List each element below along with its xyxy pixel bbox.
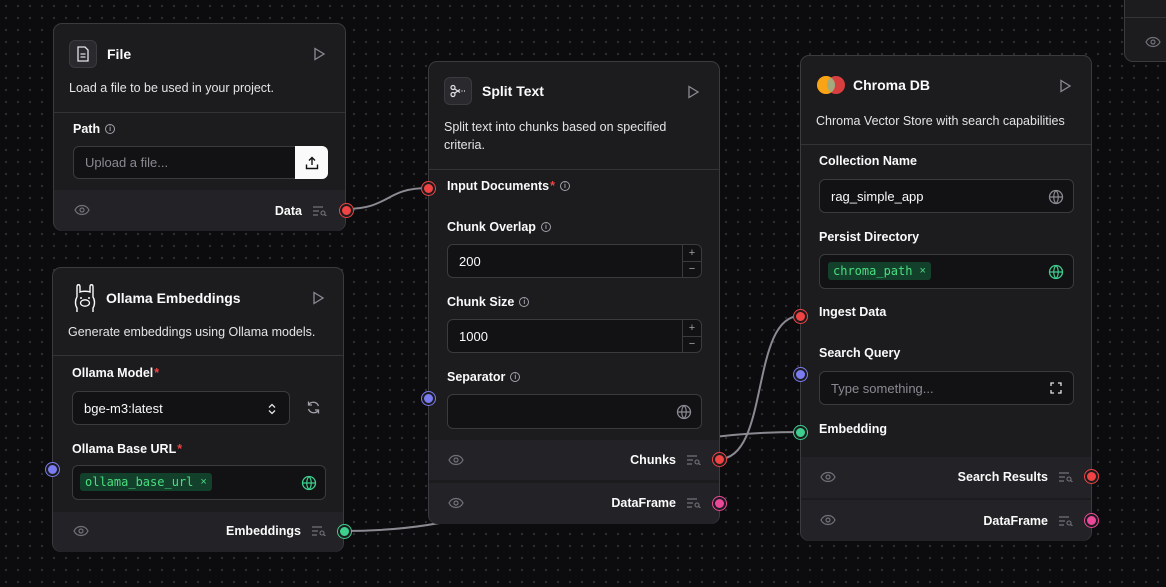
node-title: Ollama Embeddings (106, 290, 241, 306)
globe-icon[interactable] (1048, 189, 1064, 205)
node-description: Chroma Vector Store with search capabili… (816, 114, 1065, 128)
upload-icon (305, 156, 318, 169)
input-embedding-handle[interactable] (794, 426, 807, 439)
separator-input[interactable] (447, 394, 702, 429)
eye-icon[interactable] (448, 497, 464, 509)
node-title: Split Text (482, 83, 544, 99)
output-dataframe-label: DataFrame (983, 514, 1048, 528)
embedding-label: Embedding (819, 422, 888, 436)
ollama-base-url-label: Ollama Base URL * (72, 442, 183, 456)
info-icon[interactable]: i (559, 181, 570, 191)
remove-badge-icon[interactable]: × (919, 265, 925, 277)
node-title: Chroma DB (853, 77, 931, 93)
input-documents-handle[interactable] (422, 182, 435, 195)
eye-icon[interactable] (448, 454, 464, 466)
edge-file-to-split (344, 187, 429, 210)
node-description: Split text into chunks based on specifie… (444, 120, 667, 152)
globe-icon[interactable] (1048, 264, 1064, 280)
globe-icon[interactable] (301, 475, 317, 491)
edge-chunks-to-chroma (718, 315, 801, 460)
node-description: Generate embeddings using Ollama models. (68, 325, 316, 339)
input-ingest-data-handle[interactable] (794, 310, 807, 323)
eye-icon[interactable] (820, 514, 836, 526)
chroma-db-node[interactable]: Chroma DB Chroma Vector Store with searc… (794, 55, 1098, 541)
persist-directory-label: Persist Directory (819, 230, 920, 244)
output-embeddings-label: Embeddings (225, 524, 301, 538)
globe-icon[interactable] (676, 404, 692, 420)
global-variable-badge[interactable]: chroma_path × (828, 262, 931, 280)
chunk-size-input[interactable]: 1000 + − (447, 319, 702, 353)
chunk-overlap-input[interactable]: 200 + − (447, 244, 702, 278)
ollama-base-url-field[interactable]: ollama_base_url × (72, 465, 326, 500)
output-search-results-label: Search Results (957, 470, 1048, 484)
output-data-label: Data (274, 204, 302, 218)
output-dataframe-handle[interactable] (713, 497, 726, 510)
global-variable-badge[interactable]: ollama_base_url × (80, 473, 212, 491)
list-search-icon[interactable] (1059, 516, 1073, 526)
eye-icon[interactable] (820, 471, 836, 483)
info-icon[interactable]: i (510, 372, 521, 382)
play-icon[interactable] (1058, 79, 1072, 93)
list-search-icon[interactable] (313, 206, 327, 216)
output-data-handle[interactable] (340, 204, 353, 217)
chevron-updown-icon (268, 403, 276, 415)
input-base-url-handle[interactable] (46, 463, 59, 476)
list-search-icon[interactable] (1059, 472, 1073, 482)
list-search-icon[interactable] (312, 526, 326, 536)
number-stepper[interactable]: + − (682, 320, 701, 352)
info-icon[interactable]: i (105, 124, 116, 134)
chunk-overlap-label: Chunk Overlap i (447, 220, 551, 234)
ollama-embeddings-node[interactable]: Ollama Embeddings Generate embeddings us… (46, 267, 351, 552)
info-icon[interactable]: i (519, 297, 530, 307)
expand-icon[interactable] (1050, 382, 1062, 394)
eye-icon[interactable] (74, 204, 90, 216)
play-icon[interactable] (312, 47, 326, 61)
eye-icon[interactable] (1145, 36, 1161, 48)
eye-icon[interactable] (73, 525, 89, 537)
split-text-node[interactable]: Split Text Split text into chunks based … (422, 61, 726, 524)
list-search-icon[interactable] (687, 498, 701, 508)
ollama-model-label: Ollama Model * (72, 366, 160, 380)
number-stepper[interactable]: + − (682, 245, 701, 277)
refresh-icon[interactable] (306, 400, 321, 415)
output-dataframe-label: DataFrame (611, 496, 676, 510)
path-label: Path i (73, 122, 116, 136)
input-separator-handle[interactable] (422, 392, 435, 405)
remove-badge-icon[interactable]: × (200, 476, 206, 488)
output-search-results-handle[interactable] (1085, 470, 1098, 483)
upload-button[interactable] (295, 146, 328, 179)
search-query-input[interactable]: Type something... (819, 371, 1074, 405)
output-chunks-handle[interactable] (713, 453, 726, 466)
node-title: File (107, 46, 132, 62)
info-icon[interactable]: i (540, 222, 551, 232)
scissors-icon (444, 77, 472, 105)
file-node[interactable]: File Load a file to be used in your proj… (53, 23, 353, 231)
collection-name-input[interactable]: rag_simple_app (819, 179, 1074, 213)
input-documents-label: Input Documents * i (447, 179, 570, 193)
search-query-label: Search Query (819, 346, 901, 360)
chroma-logo-icon (817, 76, 845, 94)
list-search-icon[interactable] (687, 455, 701, 465)
output-embeddings-handle[interactable] (338, 525, 351, 538)
output-chunks-label: Chunks (630, 453, 676, 467)
path-upload-input[interactable]: Upload a file... (73, 146, 328, 179)
node-description: Load a file to be used in your project. (69, 81, 274, 95)
play-icon[interactable] (686, 85, 700, 99)
separator-label: Separator i (447, 370, 521, 384)
file-icon (69, 40, 97, 68)
ollama-model-select[interactable]: bge-m3:latest (72, 391, 290, 425)
input-search-query-handle[interactable] (794, 368, 807, 381)
partial-node (1124, 0, 1166, 62)
collection-name-label: Collection Name (819, 154, 917, 168)
chunk-size-label: Chunk Size i (447, 295, 530, 309)
llama-icon (70, 282, 100, 314)
output-dataframe-handle[interactable] (1085, 514, 1098, 527)
ingest-data-label: Ingest Data (819, 305, 887, 319)
persist-directory-field[interactable]: chroma_path × (819, 254, 1074, 289)
play-icon[interactable] (311, 291, 325, 305)
